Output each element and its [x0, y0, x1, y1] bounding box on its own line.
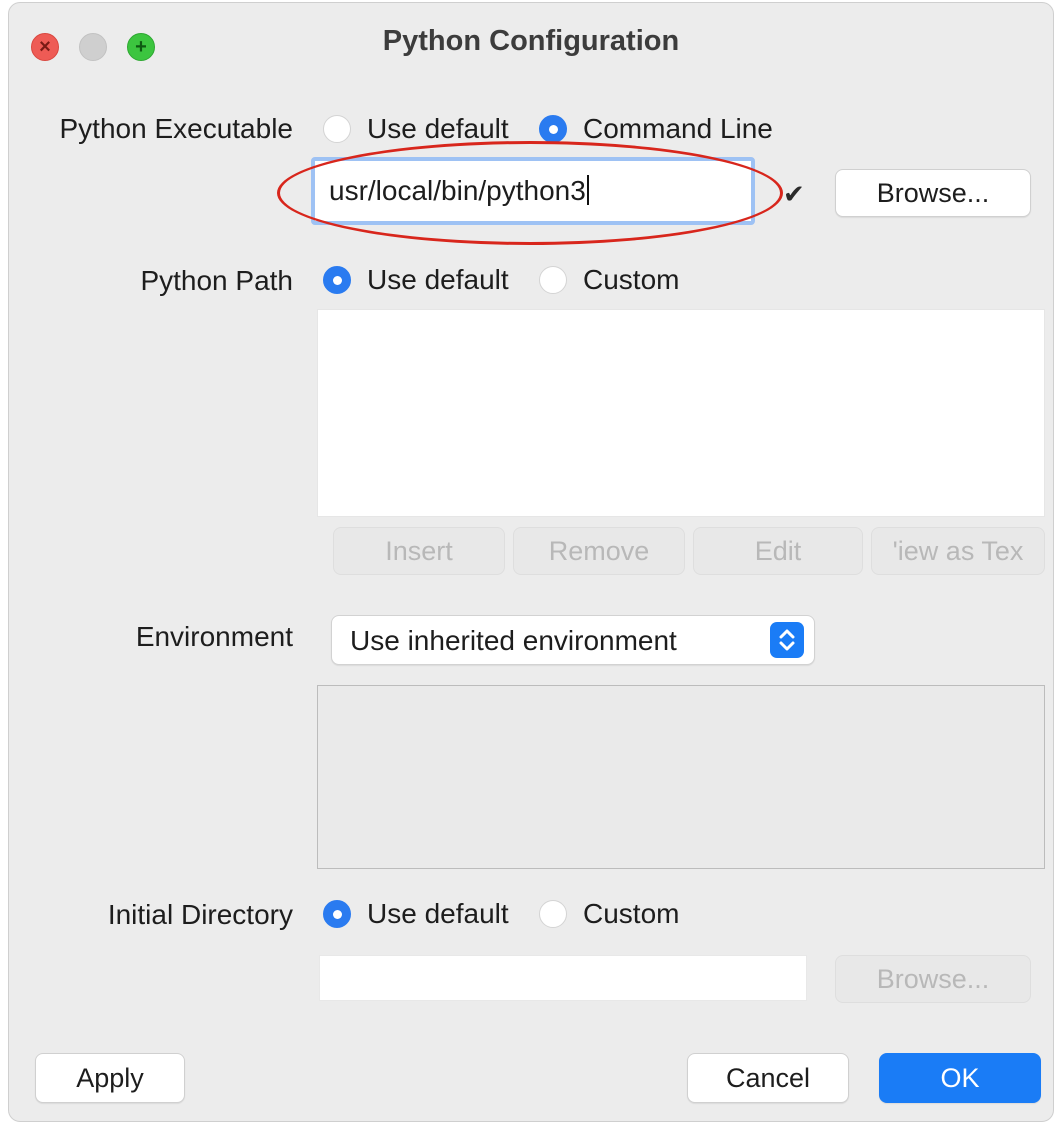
python-executable-path-input[interactable]: usr/local/bin/python3: [311, 157, 755, 225]
text-caret: [586, 175, 589, 205]
initial-directory-custom-radio[interactable]: [539, 900, 567, 928]
python-path-use-default-radio[interactable]: [323, 266, 351, 294]
python-executable-command-line-label[interactable]: Command Line: [583, 113, 773, 145]
edit-button-label: Edit: [754, 536, 802, 566]
environment-variables-area[interactable]: [317, 685, 1045, 869]
remove-button-label: Remove: [548, 536, 650, 566]
python-path-custom-radio[interactable]: [539, 266, 567, 294]
python-executable-label: Python Executable: [59, 113, 294, 144]
insert-button-label: Insert: [385, 536, 453, 566]
python-path-label: Python Path: [140, 265, 293, 296]
initial-directory-browse-button[interactable]: Browse...: [835, 955, 1031, 1003]
apply-button[interactable]: Apply: [35, 1053, 185, 1103]
environment-select[interactable]: Use inherited environment: [331, 615, 815, 665]
python-executable-use-default-label[interactable]: Use default: [367, 113, 509, 145]
browse-button-label: Browse...: [876, 178, 990, 208]
remove-button[interactable]: Remove: [513, 527, 685, 575]
view-as-text-button[interactable]: 'iew as Tex: [871, 527, 1045, 575]
ok-button[interactable]: OK: [879, 1053, 1041, 1103]
python-executable-command-line-radio[interactable]: [539, 115, 567, 143]
python-path-custom-label[interactable]: Custom: [583, 264, 679, 296]
initial-directory-use-default-radio[interactable]: [323, 900, 351, 928]
apply-button-label: Apply: [76, 1063, 144, 1093]
initial-directory-use-default-label[interactable]: Use default: [367, 898, 509, 930]
cancel-button[interactable]: Cancel: [687, 1053, 849, 1103]
cancel-button-label: Cancel: [725, 1063, 811, 1093]
initial-directory-label: Initial Directory: [107, 899, 293, 930]
view-as-text-button-label: 'iew as Tex: [892, 536, 1024, 566]
python-executable-browse-button[interactable]: Browse...: [835, 169, 1031, 217]
window-title: Python Configuration: [382, 25, 680, 57]
edit-button[interactable]: Edit: [693, 527, 863, 575]
title-bar: × + Python Configuration: [9, 3, 1053, 83]
python-configuration-dialog: × + Python Configuration Python Executab…: [8, 2, 1054, 1122]
chevron-down-icon[interactable]: ✔: [783, 179, 805, 210]
python-executable-use-default-radio[interactable]: [323, 115, 351, 143]
initial-directory-input[interactable]: [319, 955, 807, 1001]
python-path-use-default-label[interactable]: Use default: [367, 264, 509, 296]
environment-select-value: Use inherited environment: [350, 625, 677, 656]
initial-directory-custom-label[interactable]: Custom: [583, 898, 679, 930]
python-executable-path-value: usr/local/bin/python3: [329, 175, 586, 206]
initial-directory-browse-label: Browse...: [876, 964, 990, 994]
environment-label: Environment: [135, 621, 293, 652]
insert-button[interactable]: Insert: [333, 527, 505, 575]
ok-button-label: OK: [940, 1063, 980, 1093]
python-path-list[interactable]: [317, 309, 1045, 517]
select-stepper-icon: [770, 622, 804, 658]
